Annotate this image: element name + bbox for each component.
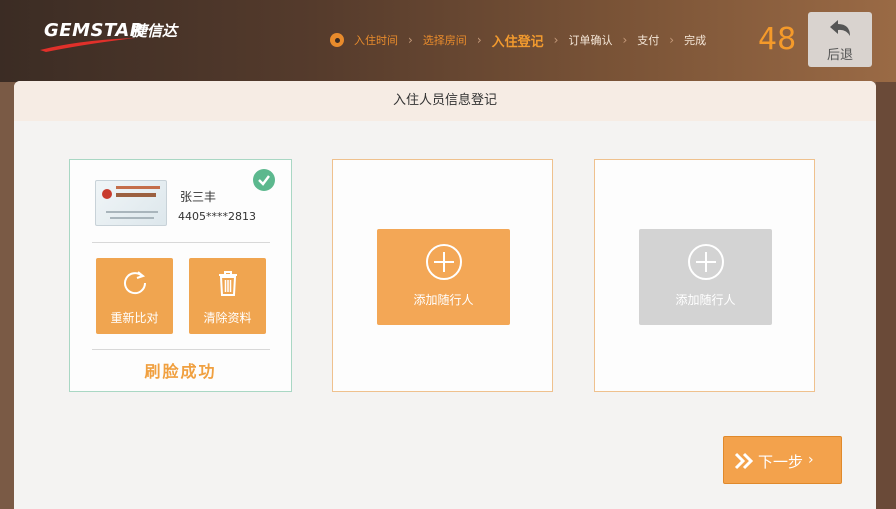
plus-circle-icon (426, 244, 462, 280)
back-arrow-icon (830, 20, 850, 36)
top-header: GEMSTAR 捷信达 入住时间 › 选择房间 › 入住登记 › 订单确认 › … (0, 0, 896, 82)
clear-data-button[interactable]: 清除资料 (189, 258, 266, 334)
companion-card-2: 添加随行人 (594, 159, 815, 392)
refresh-icon (124, 271, 147, 295)
next-step-button[interactable]: 下一步 › (723, 436, 842, 484)
double-chevron-right-icon (734, 452, 754, 470)
guest-id-number: 4405****2813 (178, 210, 256, 223)
back-label: 后退 (826, 48, 853, 63)
id-card-image (95, 180, 167, 226)
guest-name: 张三丰 (180, 190, 217, 204)
panel-title: 入住人员信息登记 (14, 81, 876, 121)
step-3: 入住登记 (491, 34, 544, 50)
divider (92, 349, 270, 350)
logo-text: GEMSTAR (44, 20, 145, 41)
chevron-right-icon: › (808, 452, 814, 468)
background-strip (876, 82, 896, 509)
add-companion-button-disabled: 添加随行人 (639, 229, 772, 325)
chevron-right-icon: › (622, 33, 628, 47)
chevron-right-icon: › (553, 33, 559, 47)
guest-card: 张三丰 4405****2813 重新比对 清除资料 刷脸成功 (69, 159, 292, 392)
check-circle-icon (253, 169, 275, 191)
step-4: 订单确认 (568, 34, 613, 47)
clear-data-label: 清除资料 (203, 311, 252, 325)
trash-icon (219, 271, 237, 296)
current-step-dot-icon (330, 33, 344, 47)
back-button[interactable]: 后退 (808, 12, 872, 67)
progress-steps: 入住时间 › 选择房间 › 入住登记 › 订单确认 › 支付 › 完成 (330, 30, 706, 50)
add-companion-button[interactable]: 添加随行人 (377, 229, 510, 325)
rescan-button[interactable]: 重新比对 (96, 258, 173, 334)
step-2: 选择房间 (422, 34, 467, 47)
countdown-timer: 48 (758, 22, 797, 57)
companion-card-1: 添加随行人 (332, 159, 553, 392)
next-step-label: 下一步 (758, 453, 804, 471)
add-companion-label: 添加随行人 (413, 293, 474, 307)
rescan-label: 重新比对 (110, 311, 159, 325)
step-1: 入住时间 (354, 34, 398, 47)
chevron-right-icon: › (669, 33, 675, 47)
chevron-right-icon: › (476, 33, 482, 47)
chevron-right-icon: › (408, 33, 413, 47)
logo-cn: 捷信达 (132, 22, 178, 40)
step-6: 完成 (684, 34, 707, 47)
add-companion-label: 添加随行人 (675, 293, 736, 307)
face-match-status: 刷脸成功 (144, 362, 217, 381)
plus-circle-icon (688, 244, 724, 280)
step-5: 支付 (637, 34, 660, 47)
divider (92, 242, 270, 243)
